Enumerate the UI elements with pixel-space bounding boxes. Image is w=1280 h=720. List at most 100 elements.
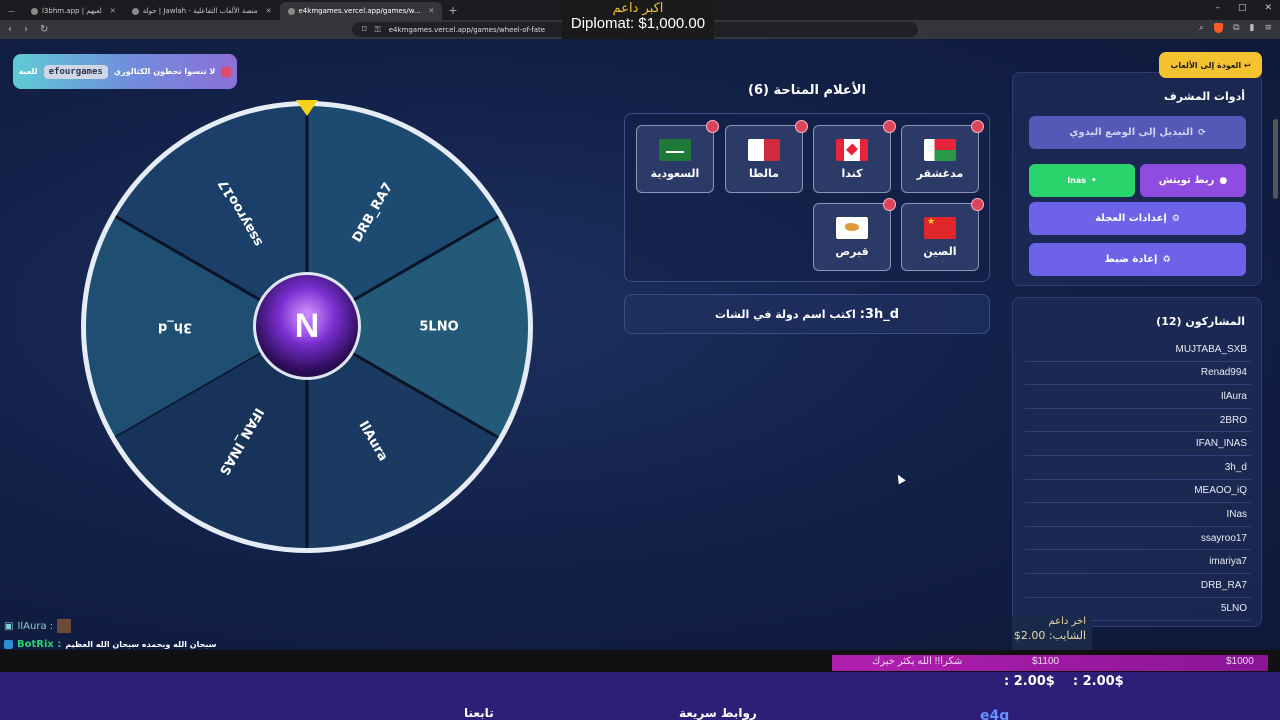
forward-icon[interactable]: ›	[24, 24, 28, 35]
flag-name: الصين	[923, 244, 957, 258]
reset-button[interactable]: ♻ إعادة ضبط	[1029, 243, 1246, 276]
admin-title: أدوات المشرف	[1164, 90, 1245, 103]
sidebar-icon[interactable]: ▮	[1250, 23, 1255, 33]
flags-title: الأعلام المتاحة (6)	[748, 83, 866, 98]
browser-tab[interactable]: —	[0, 2, 23, 20]
browser-tab[interactable]: l3bhm.app | لعبهم ✕	[23, 2, 124, 20]
page-footer: 2.00$ : 2.00$ : تابعنا روابط سريعة e4g	[0, 672, 1280, 720]
new-tab-button[interactable]: +	[442, 4, 463, 17]
participants-list: MUJTABA_SXB Renad994 IlAura 2BRO IFAN_INAS 3h…	[1025, 338, 1251, 622]
close-icon[interactable]: ✕	[429, 7, 435, 15]
maximize-button[interactable]: □	[1238, 3, 1247, 13]
shield-icon[interactable]	[1214, 23, 1224, 33]
current-player: 3h_d:	[859, 306, 900, 322]
close-window-button[interactable]: ✕	[1264, 3, 1272, 13]
toolbar-right-icons: ⌕ ⧉ ▮ ≡	[1199, 23, 1272, 33]
hub-letter: N	[294, 306, 320, 345]
flag-name: كندا	[841, 166, 863, 180]
bookmark-icon[interactable]: ⌑	[362, 25, 367, 35]
zoom-icon[interactable]: ⌕	[1199, 23, 1204, 33]
favicon-icon	[287, 7, 295, 15]
last-supporter-label: اخر داعم	[1048, 616, 1086, 627]
remove-flag-button[interactable]	[971, 120, 984, 133]
back-to-games-button[interactable]: ↩ العودة إلى الألعاب	[1159, 52, 1262, 78]
wheel-segment-label: 3h_d	[158, 320, 192, 335]
extensions-icon[interactable]: ⧉	[1233, 23, 1239, 33]
flag-card[interactable]: قبرص	[813, 198, 896, 271]
menu-icon[interactable]: ≡	[1264, 23, 1272, 33]
admin-tools-panel: أدوات المشرف ⟳ التبديل إلى الوضع اليدوي …	[1012, 72, 1262, 286]
wheel-settings-label: إعدادات العجلة	[1095, 213, 1167, 224]
flag-card[interactable]: كندا	[813, 120, 896, 193]
footer-links-heading: روابط سريعة	[679, 706, 757, 720]
chat-user-icon: ▣	[4, 620, 14, 632]
chat-user: IlAura :	[17, 620, 54, 632]
promo-text: لا تنسوا تحطون الكثالوري	[113, 67, 216, 76]
window-controls: – □ ✕	[1215, 3, 1272, 13]
tab-label: —	[8, 7, 15, 15]
back-icon[interactable]: ‹	[8, 24, 12, 35]
flag-card[interactable]: مدغشقر	[901, 120, 984, 193]
wheel-settings-button[interactable]: ⚙ إعدادات العجلة	[1029, 202, 1246, 235]
scrollbar[interactable]	[1273, 119, 1278, 199]
favicon-icon	[131, 7, 139, 15]
flag-malta-icon	[748, 138, 780, 161]
participant-item: INas	[1025, 503, 1251, 527]
flag-card[interactable]: مالطا	[725, 120, 808, 193]
remove-flag-button[interactable]	[795, 120, 808, 133]
promo-suffix: للعبة	[18, 67, 38, 76]
flag-name: السعودية	[650, 166, 700, 180]
connected-user-button[interactable]: • Inas	[1029, 164, 1135, 197]
tab-label: جولة | Jawlah - منصة الألعاب التفاعلية	[142, 7, 258, 15]
close-icon[interactable]: ✕	[110, 7, 116, 15]
flag-canada-icon	[836, 138, 868, 161]
remove-flag-button[interactable]	[706, 120, 719, 133]
last-supporter-value: الشايب: 2.00$	[1013, 628, 1086, 642]
participants-panel: المشاركون (12) MUJTABA_SXB Renad994 IlAura…	[1012, 297, 1262, 627]
stream-chat: ▣ IlAura : BotRix : سبحان الله وبحمده سب…	[4, 619, 217, 650]
flag-name: قبرص	[835, 244, 869, 258]
twitch-label: ربط تويتش	[1158, 175, 1215, 186]
footer-follow-heading: تابعنا	[464, 706, 494, 720]
twitch-icon: ●	[1219, 175, 1228, 186]
footer-logo: e4g	[980, 708, 1010, 720]
reset-icon: ♻	[1162, 254, 1171, 265]
participant-item: IFAN_INAS	[1025, 432, 1251, 456]
top-supporter-value: Diplomat: $1,000.00	[570, 15, 706, 33]
connected-user-label: Inas	[1067, 176, 1087, 185]
flag-card[interactable]: السعودية	[636, 120, 719, 193]
browser-tab-active[interactable]: e4kmgames.vercel.app/games/w... ✕	[279, 2, 443, 20]
manual-mode-button[interactable]: ⟳ التبديل إلى الوضع اليدوي	[1029, 116, 1246, 149]
reload-icon[interactable]: ↻	[40, 24, 48, 35]
manual-mode-label: التبديل إلى الوضع اليدوي	[1069, 127, 1194, 138]
wheel-hub-avatar[interactable]: N	[253, 272, 361, 380]
remove-flag-button[interactable]	[971, 198, 984, 211]
flag-name: مدغشقر	[916, 166, 964, 180]
favicon-icon	[31, 7, 38, 15]
tab-label: l3bhm.app | لعبهم	[42, 7, 102, 15]
game-page: لا تنسوا تحطون الكثالوري efourgames للعب…	[0, 39, 1280, 649]
reset-label: إعادة ضبط	[1104, 254, 1158, 265]
prompt-text: اكتب اسم دولة في الشات	[714, 307, 856, 321]
mouse-cursor-icon	[894, 472, 906, 485]
refresh-icon: ⟳	[1198, 127, 1206, 138]
browser-tab[interactable]: جولة | Jawlah - منصة الألعاب التفاعلية ✕	[124, 2, 280, 20]
lock-icon[interactable]: ⚿	[375, 25, 381, 35]
minimize-button[interactable]: –	[1215, 3, 1220, 13]
recent-donors: 2.00$ : 2.00$ :	[1004, 674, 1124, 689]
participant-item: MEAOO_iQ	[1025, 480, 1251, 504]
goal-right-value: $1000	[1226, 656, 1254, 667]
chat-avatar	[57, 619, 72, 633]
flags-panel: مدغشقر كندا مالطا السعودية الصين قبرص	[624, 113, 990, 282]
url-text: e4kmgames.vercel.app/games/wheel-of-fate	[388, 25, 546, 34]
flag-card[interactable]: الصين	[901, 198, 984, 271]
link-twitch-button[interactable]: ● ربط تويتش	[1140, 164, 1246, 197]
promo-brand: efourgames	[43, 64, 108, 79]
donor-entry: 2.00$ :	[1072, 674, 1124, 689]
tab-label: e4kmgames.vercel.app/games/w...	[298, 7, 421, 15]
close-icon[interactable]: ✕	[266, 7, 272, 15]
remove-flag-button[interactable]	[883, 198, 896, 211]
chat-row: BotRix : سبحان الله وبحمده سبحان الله ال…	[4, 639, 217, 650]
flag-cyprus-icon	[836, 216, 868, 239]
remove-flag-button[interactable]	[883, 120, 896, 133]
